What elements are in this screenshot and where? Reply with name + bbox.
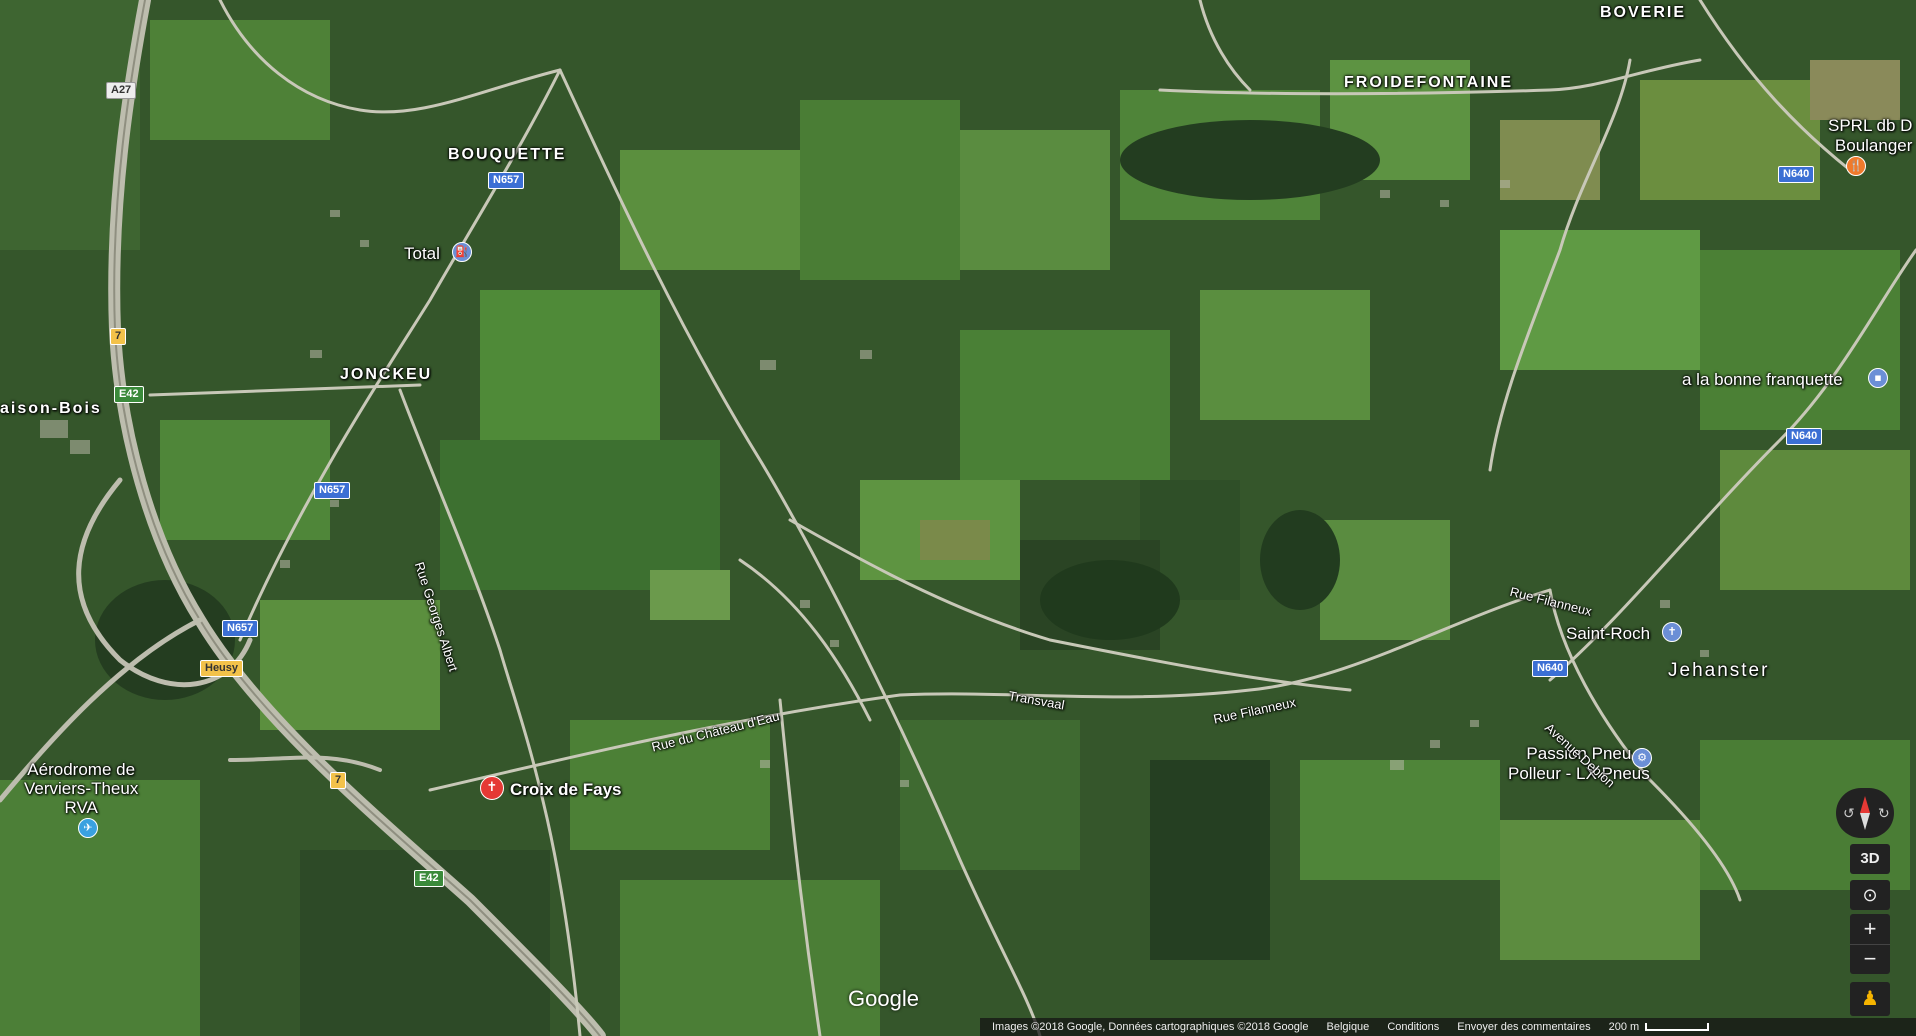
svg-text:↺: ↺ [1843,806,1855,822]
poi-label-aero-line2: Verviers-Theux [24,779,139,798]
road-shield-7-2: 7 [330,772,347,789]
poi-label-total[interactable]: Total [404,244,440,264]
road-shield-e42-2: E42 [414,870,444,887]
road-shield-n640-2: N640 [1786,428,1823,445]
zoom-control: + − [1850,914,1890,974]
zoom-out-button[interactable]: − [1850,944,1890,975]
place-label-bouquette: BOUQUETTE [448,146,567,163]
poi-label-aerodrome[interactable]: Aérodrome de Verviers-Theux RVA [24,760,138,817]
imagery-attribution: Images ©2018 Google, Données cartographi… [992,1021,1309,1033]
road-shield-7-1: 7 [110,328,127,345]
feedback-link[interactable]: Envoyer des commentaires [1457,1021,1590,1033]
conditions-link[interactable]: Conditions [1387,1021,1439,1033]
airport-pin-icon[interactable]: ✈ [78,818,98,838]
pegman-icon: ♟ [1861,988,1879,1010]
road-shield-a27: A27 [106,82,137,99]
place-label-jehanster: Jehanster [1668,660,1770,681]
poi-label-passion-line2: Polleur - LX Pneus [1508,764,1650,783]
road-shield-n657-1: N657 [488,172,525,189]
satellite-map[interactable] [0,0,1916,1036]
monument-pin-icon[interactable]: ✝ [480,776,504,800]
google-logo: Google [848,986,919,1011]
3d-toggle-button[interactable]: 3D [1850,844,1890,874]
poi-label-sprl[interactable]: SPRL db D Boulanger [1828,116,1912,156]
place-label-jonckeu: JONCKEU [340,366,433,383]
road-shield-n657-3: N657 [222,620,259,637]
place-label-boverie: BOVERIE [1600,4,1687,21]
my-location-button[interactable]: ⊙ [1850,880,1890,910]
road-shield-n640-1: N640 [1778,166,1815,183]
poi-label-aero-line3: RVA [64,798,98,817]
place-label-froidefontaine: FROIDEFONTAINE [1344,74,1514,91]
zoom-in-button[interactable]: + [1850,914,1890,944]
compass-icon: ↺ ↻ [1843,796,1890,830]
location-target-icon: ⊙ [1862,885,1878,905]
compass-control[interactable]: ↺ ↻ [1836,788,1894,838]
svg-text:↻: ↻ [1878,806,1890,822]
road-shield-n640-3: N640 [1532,660,1569,677]
poi-label-sprl-line2: Boulanger [1834,136,1913,155]
street-view-pegman-button[interactable]: ♟ [1850,982,1890,1016]
poi-label-sprl-line1: SPRL db D [1828,116,1913,135]
scale-label: 200 m [1608,1021,1640,1033]
road-shield-n657-2: N657 [314,482,351,499]
road-shield-e42-1: E42 [114,386,144,403]
road-shield-heusy: Heusy [200,660,244,677]
shop-pin-icon[interactable]: ⚙ [1632,748,1652,768]
country-link[interactable]: Belgique [1326,1021,1369,1033]
poi-label-saint-roch[interactable]: Saint-Roch [1566,624,1650,644]
church-pin-icon[interactable]: ✝ [1662,622,1682,642]
bakery-pin-icon[interactable]: 🍴 [1846,156,1866,176]
poi-label-croix-de-fays[interactable]: Croix de Fays [510,780,622,800]
map-footer: Images ©2018 Google, Données cartographi… [980,1018,1916,1036]
fuel-pin-icon[interactable]: ⛽ [452,242,472,262]
scale-bar-graphic [1645,1023,1710,1031]
lodging-pin-icon[interactable]: ▪ [1868,368,1888,388]
poi-label-aero-line1: Aérodrome de [27,760,136,779]
scale-bar[interactable]: 200 m [1609,1021,1710,1033]
poi-label-bonne-franquette[interactable]: a la bonne franquette [1682,370,1843,390]
place-label-maison-bois: aison-Bois [0,400,102,417]
